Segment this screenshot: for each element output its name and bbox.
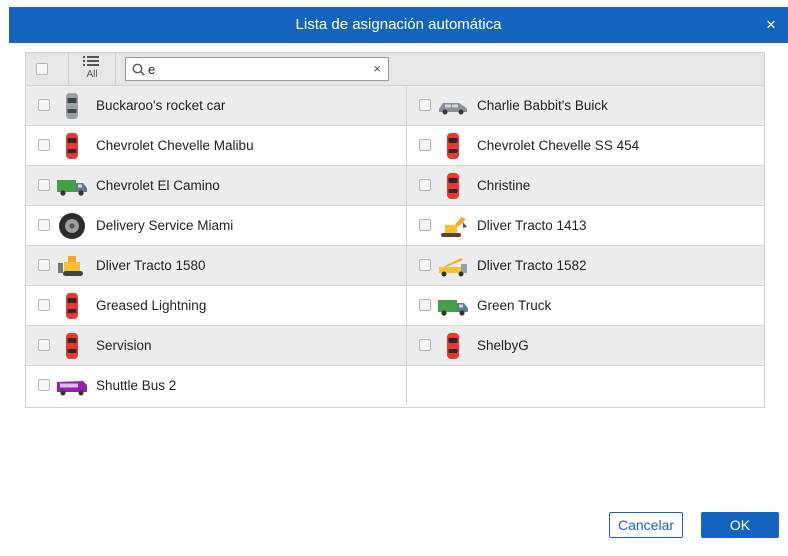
gray-sedan-side-icon [439, 103, 467, 115]
show-all-label: All [86, 69, 98, 80]
search-input[interactable] [148, 60, 358, 78]
vehicle-list: Buckaroo's rocket car Charlie Babbit's B… [25, 86, 765, 408]
select-all-checkbox[interactable] [36, 63, 48, 75]
red-car-top-icon [66, 133, 78, 159]
list-item[interactable]: Charlie Babbit's Buick [407, 86, 764, 125]
vehicle-name: ShelbyG [477, 338, 529, 353]
vehicle-checkbox[interactable] [38, 139, 50, 151]
vehicle-name: Charlie Babbit's Buick [477, 98, 608, 113]
purple-bus-icon [57, 381, 87, 396]
red-car-top-icon [447, 173, 459, 199]
red-car-top-icon [447, 133, 459, 159]
list-item[interactable]: Chevrolet El Camino [26, 166, 407, 205]
list-item[interactable]: Buckaroo's rocket car [26, 86, 407, 125]
dialog-titlebar: Lista de asignación automática × [9, 7, 788, 43]
vehicle-name: Buckaroo's rocket car [96, 98, 226, 113]
table-row: Servision ShelbyG [26, 326, 764, 366]
table-row: Chevrolet Chevelle Malibu Chevrolet Chev… [26, 126, 764, 166]
list-toolbar: All × [25, 52, 765, 86]
search-icon [132, 63, 145, 76]
list-item[interactable]: Chevrolet Chevelle Malibu [26, 126, 407, 165]
vehicle-name: Chevrolet Chevelle Malibu [96, 138, 254, 153]
list-item[interactable]: Christine [407, 166, 764, 205]
list-item[interactable]: Green Truck [407, 286, 764, 325]
vehicle-checkbox[interactable] [419, 99, 431, 111]
list-item[interactable]: Dliver Tracto 1580 [26, 246, 407, 285]
vehicle-checkbox[interactable] [38, 259, 50, 271]
table-row: Chevrolet El Camino Christine [26, 166, 764, 206]
vehicle-checkbox[interactable] [419, 219, 431, 231]
vehicle-name: Chevrolet El Camino [96, 178, 220, 193]
cancel-button[interactable]: Cancelar [609, 512, 683, 538]
vehicle-checkbox[interactable] [419, 299, 431, 311]
vehicle-checkbox[interactable] [419, 259, 431, 271]
vehicle-checkbox[interactable] [38, 219, 50, 231]
vehicle-name: Delivery Service Miami [96, 218, 234, 233]
list-item[interactable]: Servision [26, 326, 407, 365]
vehicle-name: Chevrolet Chevelle SS 454 [477, 138, 640, 153]
vehicle-checkbox[interactable] [38, 179, 50, 191]
empty-cell [407, 366, 764, 405]
vehicle-checkbox[interactable] [38, 339, 50, 351]
list-item[interactable]: ShelbyG [407, 326, 764, 365]
gray-car-top-icon [66, 93, 78, 119]
vehicle-checkbox[interactable] [38, 99, 50, 111]
red-car-top-icon [66, 333, 78, 359]
red-car-top-icon [66, 293, 78, 319]
excavator-icon [441, 217, 467, 237]
list-icon [83, 56, 99, 66]
green-truck-side-icon [438, 300, 468, 316]
vehicle-name: Dliver Tracto 1580 [96, 258, 206, 273]
vehicle-name: Dliver Tracto 1582 [477, 258, 587, 273]
list-item[interactable]: Delivery Service Miami [26, 206, 407, 245]
list-item[interactable]: Chevrolet Chevelle SS 454 [407, 126, 764, 165]
auto-assignment-dialog: Lista de asignación automática × All × [0, 0, 788, 556]
list-item[interactable]: Shuttle Bus 2 [26, 366, 407, 405]
dialog-title: Lista de asignación automática [295, 16, 502, 33]
vehicle-checkbox[interactable] [38, 379, 50, 391]
vehicle-checkbox[interactable] [38, 299, 50, 311]
list-item[interactable]: Dliver Tracto 1582 [407, 246, 764, 285]
vehicle-name: Green Truck [477, 298, 552, 313]
table-row: Shuttle Bus 2 [26, 366, 764, 406]
vehicle-name: Christine [477, 178, 531, 193]
table-row: Delivery Service Miami Dliver Tracto 141… [26, 206, 764, 246]
vehicle-name: Dliver Tracto 1413 [477, 218, 587, 233]
show-all-button[interactable]: All [68, 53, 116, 85]
vehicle-name: Servision [96, 338, 152, 353]
crane-truck-icon [439, 258, 467, 277]
ok-button[interactable]: OK [701, 512, 779, 538]
search-box: × [125, 57, 389, 81]
bulldozer-icon [58, 256, 83, 276]
vehicle-checkbox[interactable] [419, 179, 431, 191]
table-row: Buckaroo's rocket car Charlie Babbit's B… [26, 86, 764, 126]
vehicle-name: Greased Lightning [96, 298, 207, 313]
list-item[interactable]: Dliver Tracto 1413 [407, 206, 764, 245]
tire-icon [59, 213, 85, 239]
table-row: Dliver Tracto 1580 Dliver Tracto 1582 [26, 246, 764, 286]
vehicle-checkbox[interactable] [419, 339, 431, 351]
table-row: Greased Lightning Green Truck [26, 286, 764, 326]
clear-search-icon[interactable]: × [373, 61, 381, 76]
vehicle-name: Shuttle Bus 2 [96, 378, 177, 393]
close-icon[interactable]: × [762, 16, 780, 34]
list-item[interactable]: Greased Lightning [26, 286, 407, 325]
red-car-top-icon [447, 333, 459, 359]
vehicle-checkbox[interactable] [419, 139, 431, 151]
green-truck-side-icon [57, 180, 87, 196]
